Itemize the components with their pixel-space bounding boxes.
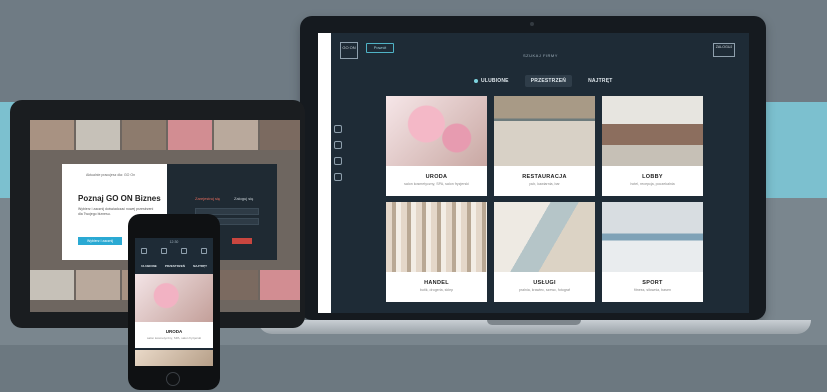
card-subtitle: hotel, recepcja, poczekalnia — [630, 182, 675, 186]
modal-title: Poznaj GO ON Biznes — [78, 194, 161, 203]
search-label[interactable]: SZUKAJ FIRMY — [523, 53, 558, 58]
side-rail — [318, 33, 331, 313]
photo-tile — [122, 120, 166, 150]
tab-label: ULUBIONE — [481, 78, 509, 84]
tab-favorites[interactable]: ULUBIONE — [141, 264, 157, 268]
card-title: RESTAURACJA — [522, 174, 567, 180]
card-services[interactable]: USŁUGI pralnia, krawiec, szewc, fotograf — [494, 202, 595, 302]
card-title: USŁUGI — [533, 280, 556, 286]
laptop-notch — [487, 320, 581, 325]
login-button[interactable]: ZALOGUJ — [713, 43, 735, 57]
modal-caption: Aktualnie pracujesz dla: GO On — [86, 173, 136, 177]
card-image — [494, 202, 595, 272]
card-image — [602, 96, 703, 166]
card-image — [386, 96, 487, 166]
card-image — [386, 202, 487, 272]
status-time: 12:30 — [169, 240, 179, 244]
tab-favorites[interactable]: ULUBIONE — [468, 75, 515, 87]
photo-tile — [260, 270, 300, 300]
photo-tile — [260, 120, 300, 150]
card-subtitle: butik, drogeria, sklep — [419, 288, 454, 292]
photo-tile — [214, 270, 258, 300]
card-image — [494, 96, 595, 166]
category-grid: URODA salon kosmetyczny, SPA, salon fryz… — [386, 96, 703, 302]
photo-tile — [214, 120, 258, 150]
card-title: URODA — [165, 329, 183, 334]
card-title: HANDEL — [424, 280, 449, 286]
dot-icon — [474, 78, 478, 83]
category-tabs: ULUBIONE PRZESTRZEŃ NAJTRĘT — [468, 75, 619, 87]
card-restaurant[interactable]: RESTAURACJA pub, kawiarnia, bar — [494, 96, 595, 196]
photo-tile — [30, 270, 74, 300]
photo-tile — [168, 120, 212, 150]
card-title: SPORT — [642, 280, 663, 286]
share-icon[interactable] — [161, 248, 167, 254]
card-subtitle: salon kosmetyczny, SPA, salon fryzjerski — [404, 182, 469, 186]
table-surface — [0, 345, 827, 392]
tab-space[interactable]: PRZESTRZEŃ — [524, 75, 573, 87]
photo-tile — [30, 120, 74, 150]
tab-latest[interactable]: NAJTRĘT — [582, 75, 618, 87]
modal-cta-button[interactable]: Wybierz i zacznij — [78, 237, 122, 245]
tab-label: NAJTRĘT — [588, 78, 613, 84]
info-icon[interactable] — [181, 248, 187, 254]
settings-icon[interactable] — [334, 173, 342, 181]
tab-space[interactable]: PRZESTRZEŃ — [165, 264, 185, 268]
share-icon[interactable] — [334, 141, 342, 149]
phone-tabs: ULUBIONE PRZESTRZEŃ NAJTRĘT — [137, 264, 211, 268]
menu-icon[interactable] — [141, 248, 147, 254]
home-button[interactable] — [166, 372, 180, 386]
back-button[interactable]: Powrót — [366, 43, 394, 53]
card-title: URODA — [425, 174, 448, 180]
phone-screen: 12:30 ULUBIONE PRZESTRZEŃ NAJTRĘT URODA … — [135, 238, 213, 366]
card-sport[interactable]: SPORT fitness, siłownia, basen — [602, 202, 703, 302]
card-retail[interactable]: HANDEL butik, drogeria, sklep — [386, 202, 487, 302]
card-beauty[interactable]: URODA salon kosmetyczny, SPA, salon fryz… — [386, 96, 487, 196]
tab-register[interactable]: Zarejestruj się — [195, 196, 220, 201]
card-image — [602, 202, 703, 272]
tab-latest[interactable]: NAJTRĘT — [193, 264, 207, 268]
next-card-image[interactable] — [135, 350, 213, 366]
info-icon[interactable] — [334, 157, 342, 165]
card-body[interactable] — [135, 322, 213, 348]
photo-tile — [76, 270, 120, 300]
submit-button[interactable] — [232, 238, 252, 244]
camera-icon — [530, 22, 534, 26]
card-title: LOBBY — [642, 174, 663, 180]
card-image[interactable] — [135, 274, 213, 322]
left-icon-bar — [334, 125, 344, 181]
card-subtitle: pub, kawiarnia, bar — [529, 182, 560, 186]
music-icon[interactable] — [334, 125, 342, 133]
card-subtitle: salon kosmetyczny, SPA, salon fryzjerski — [146, 336, 202, 340]
tab-login[interactable]: Zaloguj się — [234, 196, 253, 201]
laptop-screen: GO ON Powrót SZUKAJ FIRMY ZALOGUJ ULUBIO… — [318, 33, 749, 313]
card-subtitle: fitness, siłownia, basen — [634, 288, 671, 292]
app-logo[interactable]: GO ON — [340, 42, 358, 59]
card-subtitle: pralnia, krawiec, szewc, fotograf — [518, 288, 571, 292]
settings-icon[interactable] — [201, 248, 207, 254]
card-lobby[interactable]: LOBBY hotel, recepcja, poczekalnia — [602, 96, 703, 196]
tab-label: PRZESTRZEŃ — [530, 78, 567, 84]
phone-toolbar — [141, 248, 207, 254]
photo-tile — [76, 120, 120, 150]
